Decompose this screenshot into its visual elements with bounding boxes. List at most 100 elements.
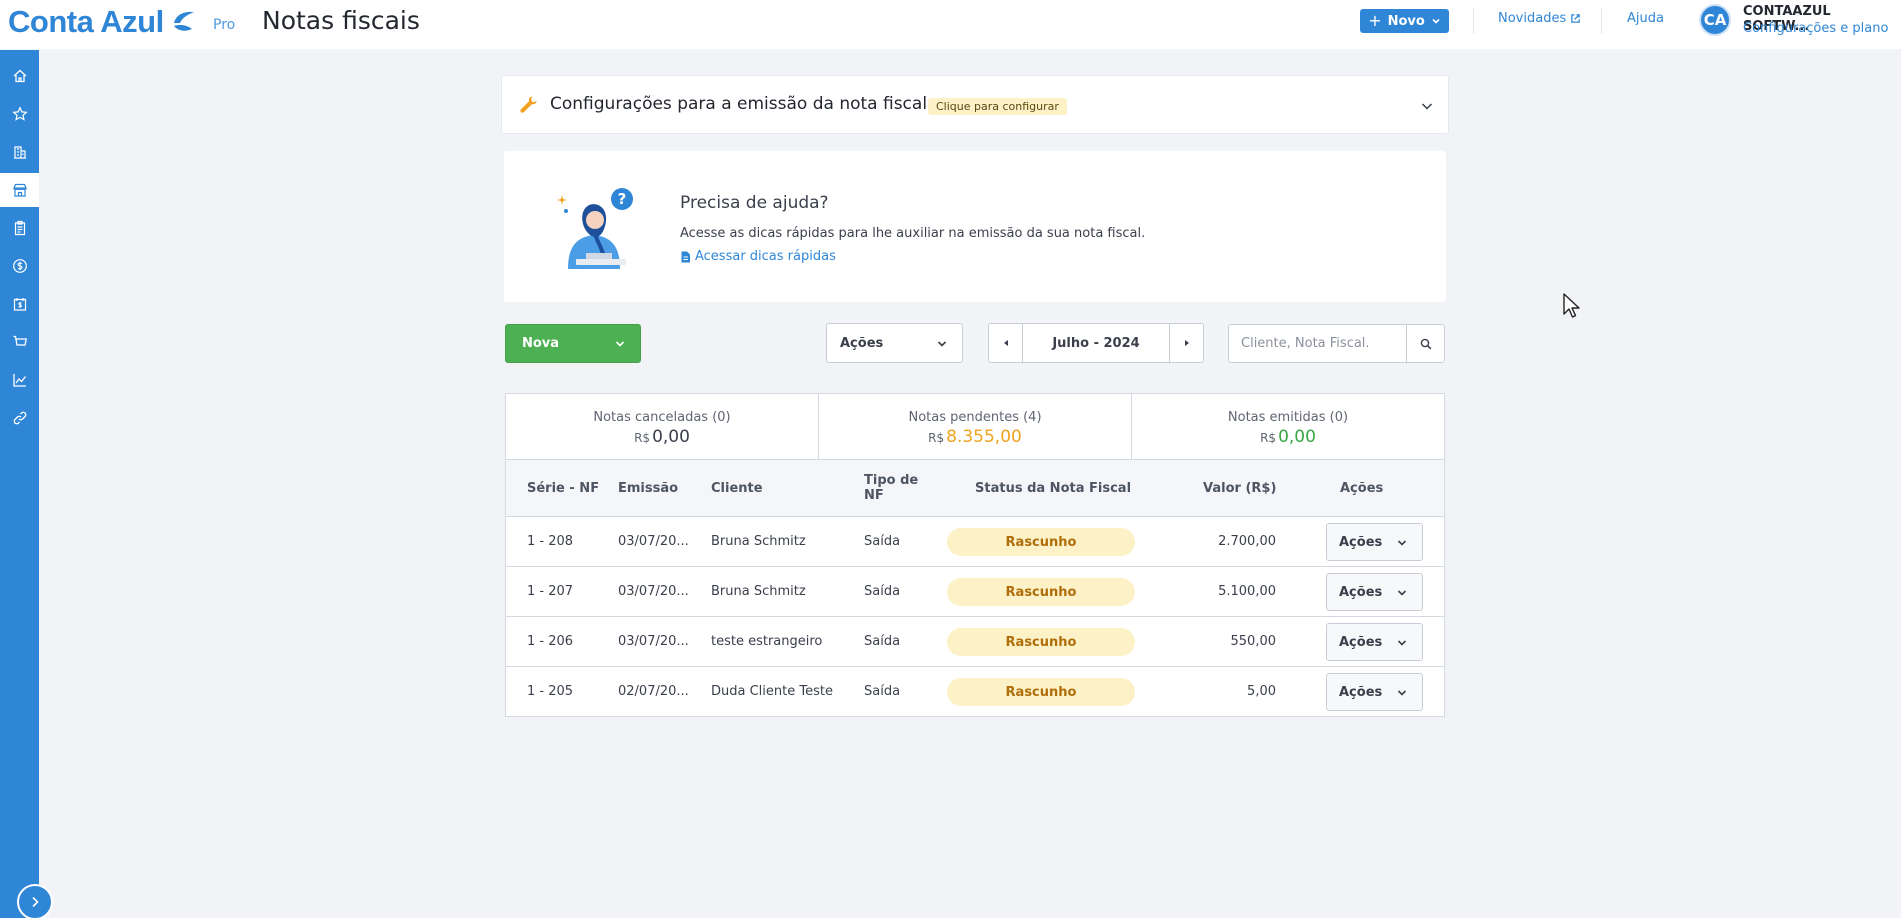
summary-canceladas[interactable]: Notas canceladas (0) R$ 0,00 bbox=[506, 394, 819, 459]
store-icon bbox=[12, 183, 27, 197]
cell-serie: 1 - 208 bbox=[527, 534, 574, 549]
sidebar-item-integrations[interactable] bbox=[0, 401, 39, 435]
cart-icon bbox=[13, 335, 27, 349]
cell-serie: 1 - 206 bbox=[527, 634, 574, 649]
cell-cliente: Duda Cliente Teste bbox=[711, 684, 833, 699]
chevron-down-icon bbox=[1432, 18, 1440, 24]
summary-value: 0,00 bbox=[652, 427, 690, 447]
cell-emissao: 03/07/20... bbox=[618, 534, 689, 549]
row-acoes-button[interactable]: Ações bbox=[1326, 573, 1423, 611]
table-row[interactable]: 1 - 208 03/07/20... Bruna Schmitz Saída … bbox=[506, 517, 1444, 567]
row-acoes-button[interactable]: Ações bbox=[1326, 673, 1423, 711]
cell-emissao: 02/07/20... bbox=[618, 684, 689, 699]
page-title: Notas fiscais bbox=[262, 6, 420, 35]
header-cliente[interactable]: Cliente bbox=[711, 481, 763, 496]
ajuda-link[interactable]: Ajuda bbox=[1627, 11, 1664, 26]
cell-emissao: 03/07/20... bbox=[618, 584, 689, 599]
chevron-down-icon[interactable] bbox=[1420, 99, 1434, 113]
caret-right-icon bbox=[1184, 340, 1189, 346]
header-valor[interactable]: Valor (R$) bbox=[1203, 481, 1276, 496]
period-selector: Julho - 2024 bbox=[988, 323, 1204, 363]
summary-value: 8.355,00 bbox=[946, 427, 1022, 447]
sidebar-item-sales[interactable] bbox=[0, 173, 39, 207]
cell-tipo: Saída bbox=[864, 634, 901, 649]
nova-button-label: Nova bbox=[522, 336, 560, 351]
table-row[interactable]: 1 - 207 03/07/20... Bruna Schmitz Saída … bbox=[506, 567, 1444, 617]
header-tipo-nf[interactable]: NF bbox=[864, 488, 884, 503]
summary-pendentes[interactable]: Notas pendentes (4) R$ 8.355,00 bbox=[819, 394, 1132, 459]
sidebar-item-reports[interactable] bbox=[0, 363, 39, 397]
avatar[interactable]: CA bbox=[1699, 4, 1731, 36]
search-box bbox=[1228, 324, 1445, 363]
header-status[interactable]: Status da Nota Fiscal bbox=[975, 481, 1131, 496]
config-panel[interactable]: Configurações para a emissão da nota fis… bbox=[501, 75, 1449, 134]
row-acoes-button[interactable]: Ações bbox=[1326, 523, 1423, 561]
currency-symbol: R$ bbox=[1260, 431, 1277, 445]
sidebar-expand-button[interactable] bbox=[17, 884, 53, 918]
sidebar-item-finance[interactable] bbox=[0, 249, 39, 283]
dollar-circle-icon bbox=[12, 259, 27, 273]
header-emissao[interactable]: Emissão bbox=[618, 481, 678, 496]
status-badge: Rascunho bbox=[947, 528, 1135, 556]
currency-symbol: R$ bbox=[928, 431, 945, 445]
building-icon bbox=[13, 146, 26, 159]
cell-tipo: Saída bbox=[864, 684, 901, 699]
sidebar-item-favorites[interactable] bbox=[0, 97, 39, 131]
cell-serie: 1 - 205 bbox=[527, 684, 574, 699]
divider bbox=[1473, 8, 1474, 34]
cell-valor: 550,00 bbox=[1230, 634, 1277, 649]
chevron-right-icon bbox=[32, 896, 39, 908]
summary-bar: Notas canceladas (0) R$ 0,00 Notas penden… bbox=[505, 393, 1445, 460]
chevron-down-icon bbox=[1397, 690, 1407, 696]
header-tipo[interactable]: Tipo de bbox=[864, 473, 918, 488]
document-icon bbox=[681, 251, 690, 262]
calendar-dollar-icon bbox=[13, 298, 26, 311]
chevron-down-icon bbox=[1397, 590, 1407, 596]
table-header: Série - NF Emissão Cliente Tipo de NF St… bbox=[506, 460, 1444, 517]
sidebar-item-bank[interactable] bbox=[0, 135, 39, 169]
table-row[interactable]: 1 - 205 02/07/20... Duda Cliente Teste S… bbox=[506, 667, 1444, 716]
row-acoes-label: Ações bbox=[1339, 684, 1383, 700]
acoes-dropdown-label: Ações bbox=[840, 335, 884, 351]
clipboard-icon bbox=[14, 220, 25, 236]
cell-cliente: Bruna Schmitz bbox=[711, 534, 806, 549]
previous-month-button[interactable] bbox=[989, 324, 1023, 362]
invoices-table: Série - NF Emissão Cliente Tipo de NF St… bbox=[505, 460, 1445, 717]
acoes-dropdown[interactable]: Ações bbox=[826, 323, 963, 363]
summary-emitidas[interactable]: Notas emitidas (0) R$ 0,00 bbox=[1132, 394, 1444, 459]
sidebar-item-home[interactable] bbox=[0, 59, 39, 93]
conta-azul-logo[interactable]: Conta Azul bbox=[8, 2, 196, 42]
summary-label: Notas emitidas (0) bbox=[1227, 410, 1349, 425]
nova-button[interactable]: Nova bbox=[505, 324, 641, 363]
help-title: Precisa de ajuda? bbox=[680, 193, 829, 213]
dicas-rapidas-link[interactable]: Acessar dicas rápidas bbox=[680, 249, 836, 264]
row-acoes-label: Ações bbox=[1339, 584, 1383, 600]
search-button[interactable] bbox=[1406, 325, 1444, 362]
cell-cliente: Bruna Schmitz bbox=[711, 584, 806, 599]
cell-valor: 5.100,00 bbox=[1218, 584, 1276, 599]
header-serie[interactable]: Série - NF bbox=[527, 481, 599, 496]
period-label[interactable]: Julho - 2024 bbox=[1023, 324, 1169, 362]
row-acoes-button[interactable]: Ações bbox=[1326, 623, 1423, 661]
search-input[interactable] bbox=[1229, 325, 1406, 362]
divider bbox=[1601, 8, 1602, 34]
mouse-cursor-icon bbox=[1563, 293, 1580, 318]
sidebar-item-documents[interactable] bbox=[0, 211, 39, 245]
chart-line-icon bbox=[12, 374, 26, 387]
currency-symbol: R$ bbox=[634, 431, 651, 445]
sidebar-item-purchases[interactable] bbox=[0, 325, 39, 359]
top-bar: Conta Azul Pro Notas fiscais + Novo Novi… bbox=[0, 0, 1901, 49]
novidades-label: Novidades bbox=[1498, 11, 1567, 26]
plan-label: Pro bbox=[213, 17, 236, 33]
novo-button[interactable]: + Novo bbox=[1360, 9, 1449, 33]
next-month-button[interactable] bbox=[1169, 324, 1203, 362]
novidades-link[interactable]: Novidades bbox=[1498, 11, 1581, 26]
external-link-icon bbox=[1571, 14, 1581, 23]
summary-label: Notas canceladas (0) bbox=[593, 410, 731, 425]
sidebar-item-billing[interactable] bbox=[0, 287, 39, 321]
chevron-down-icon bbox=[937, 341, 947, 347]
table-row[interactable]: 1 - 206 03/07/20... teste estrangeiro Sa… bbox=[506, 617, 1444, 667]
home-icon bbox=[13, 69, 26, 83]
config-plano-link[interactable]: Configurações e plano bbox=[1743, 21, 1888, 36]
chevron-down-icon bbox=[615, 341, 625, 347]
